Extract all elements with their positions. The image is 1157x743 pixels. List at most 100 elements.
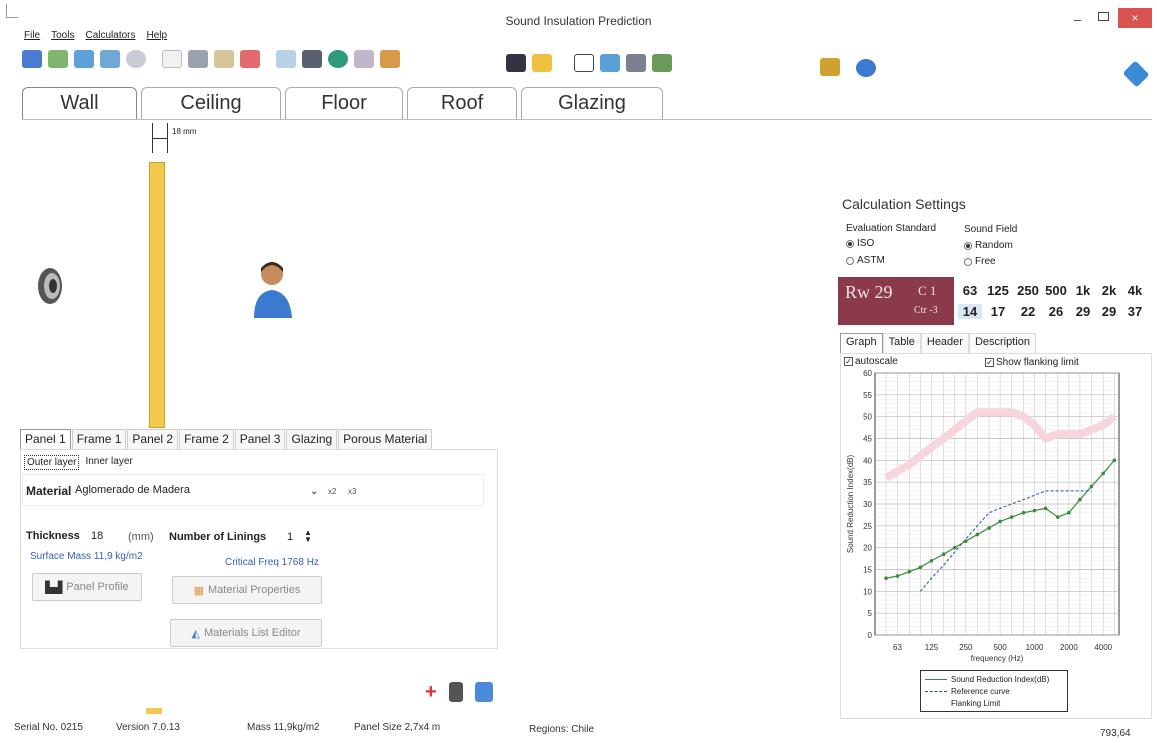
book-icon[interactable]	[600, 54, 620, 72]
help-icon[interactable]	[856, 59, 876, 77]
data-point	[895, 574, 900, 578]
mass-status: Mass 11,9kg/m2	[247, 722, 320, 733]
menu-file[interactable]: File	[24, 30, 40, 41]
data-point	[1056, 515, 1060, 519]
list-editor-icon: ◭	[191, 627, 200, 640]
data-point	[964, 539, 968, 543]
calculator-icon[interactable]	[626, 54, 646, 72]
target-icon[interactable]	[126, 50, 146, 68]
y-tick-label: 0	[868, 631, 873, 640]
minimize-button[interactable]: –	[1074, 12, 1081, 27]
chart-legend: Sound Reduction Index(dB) Reference curv…	[920, 670, 1068, 712]
y-tick-label: 30	[863, 500, 872, 509]
tab-roof[interactable]: Roof	[407, 87, 517, 119]
freq-4k: 4k	[1127, 283, 1143, 298]
critical-frequency: Critical Freq 1768 Hz	[225, 557, 319, 568]
cursor-coords: 793,64	[1100, 728, 1131, 739]
y-tick-label: 55	[863, 391, 872, 400]
legend-swatch	[925, 678, 947, 680]
save-icon[interactable]	[506, 54, 526, 72]
material-properties-button[interactable]: ▦ Material Properties	[172, 576, 322, 604]
close-button[interactable]: ×	[1118, 8, 1152, 28]
y-tick-label: 20	[863, 544, 872, 553]
refresh-icon[interactable]	[48, 50, 68, 68]
octave-frequencies: 63 125 250 500 1k 2k 4k	[958, 283, 1148, 298]
new-file-icon[interactable]	[162, 50, 182, 68]
menu-help[interactable]: Help	[147, 30, 168, 41]
tab-frame-2[interactable]: Frame 2	[179, 429, 234, 449]
value-4k: 37	[1127, 304, 1143, 319]
tab-floor[interactable]: Floor	[285, 87, 403, 119]
key-icon[interactable]	[820, 58, 840, 76]
tab-graph[interactable]: Graph	[840, 333, 883, 353]
pdf-icon[interactable]	[240, 50, 260, 68]
cloud-icon[interactable]	[276, 50, 296, 68]
tab-ceiling[interactable]: Ceiling	[141, 87, 281, 119]
preview-icon[interactable]	[214, 50, 234, 68]
y-tick-label: 60	[863, 369, 872, 378]
spiral-icon[interactable]	[328, 50, 348, 68]
radio-free[interactable]: Free	[964, 256, 996, 267]
grid-chart-icon[interactable]	[354, 50, 374, 68]
tab-description[interactable]: Description	[968, 333, 1036, 353]
menu-tools[interactable]: Tools	[51, 30, 74, 41]
radio-random[interactable]: Random	[964, 240, 1013, 251]
tab-panel-3[interactable]: Panel 3	[234, 429, 286, 449]
tab-glazing-material[interactable]: Glazing	[286, 429, 338, 449]
stepper-arrows-icon[interactable]: ▲ ▼	[304, 529, 312, 544]
info-icon[interactable]	[1122, 60, 1150, 88]
graph-tabs: Graph Table Header Description	[840, 333, 1036, 353]
freq-125: 125	[987, 283, 1009, 298]
materials-list-editor-button[interactable]: ◭ Materials List Editor	[170, 619, 322, 647]
tab-frame-1[interactable]: Frame 1	[71, 429, 127, 449]
radio-astm[interactable]: ASTM	[846, 255, 885, 266]
open-folder-icon[interactable]	[532, 54, 552, 72]
tab-glazing[interactable]: Glazing	[521, 87, 663, 119]
thickness-input[interactable]: 18	[91, 530, 103, 542]
tab-panel-1[interactable]: Panel 1	[20, 429, 71, 449]
chart-icon[interactable]	[74, 50, 94, 68]
calculator-icon[interactable]	[449, 682, 463, 702]
data-point	[907, 569, 912, 574]
x-tick-label: 63	[893, 643, 902, 652]
dimension-line	[152, 138, 167, 139]
sound-field-label: Sound Field	[964, 224, 1018, 235]
linings-stepper[interactable]: 1	[287, 531, 293, 543]
layers-icon[interactable]	[574, 54, 594, 72]
freq-250: 250	[1017, 283, 1039, 298]
chart-compare-icon[interactable]	[100, 50, 120, 68]
x3-button[interactable]: x3	[348, 487, 356, 496]
maximize-button[interactable]	[1098, 12, 1109, 21]
tab-porous-material[interactable]: Porous Material	[338, 429, 433, 449]
data-point	[918, 565, 923, 570]
add-icon[interactable]: +	[425, 682, 445, 704]
tab-outer-layer[interactable]: Outer layer	[24, 455, 80, 470]
print-icon[interactable]	[188, 50, 208, 68]
chevron-down-icon[interactable]: ⌄	[310, 486, 318, 497]
tab-wall[interactable]: Wall	[22, 87, 137, 119]
regions: Regions: Chile	[529, 724, 595, 735]
material-select[interactable]: Aglomerado de Madera	[75, 484, 190, 496]
octave-values: 14 17 22 26 29 29 37	[958, 304, 1148, 319]
toolbar-mid	[506, 54, 672, 72]
panel-profile-button[interactable]: ▙▟ Panel Profile	[32, 573, 142, 601]
arrow-icon[interactable]	[302, 50, 322, 68]
wizard-icon[interactable]	[22, 50, 42, 68]
value-2k: 29	[1101, 304, 1117, 319]
tab-inner-layer[interactable]: Inner layer	[83, 455, 134, 470]
freq-63: 63	[962, 283, 978, 298]
value-63: 14	[958, 304, 982, 319]
export-icon[interactable]	[475, 682, 493, 702]
radio-dot	[846, 239, 854, 248]
radio-iso[interactable]: ISO	[846, 238, 874, 249]
landscape-icon[interactable]	[652, 54, 672, 72]
tab-panel-2[interactable]: Panel 2	[127, 429, 179, 449]
x2-button[interactable]: x2	[328, 487, 336, 496]
pencil-icon[interactable]	[380, 50, 400, 68]
menu-calculators[interactable]: Calculators	[85, 30, 135, 41]
wall-panel[interactable]	[149, 162, 165, 428]
tab-header[interactable]: Header	[920, 333, 969, 353]
data-point	[929, 558, 934, 563]
tab-table[interactable]: Table	[882, 333, 921, 353]
data-point	[975, 532, 980, 537]
